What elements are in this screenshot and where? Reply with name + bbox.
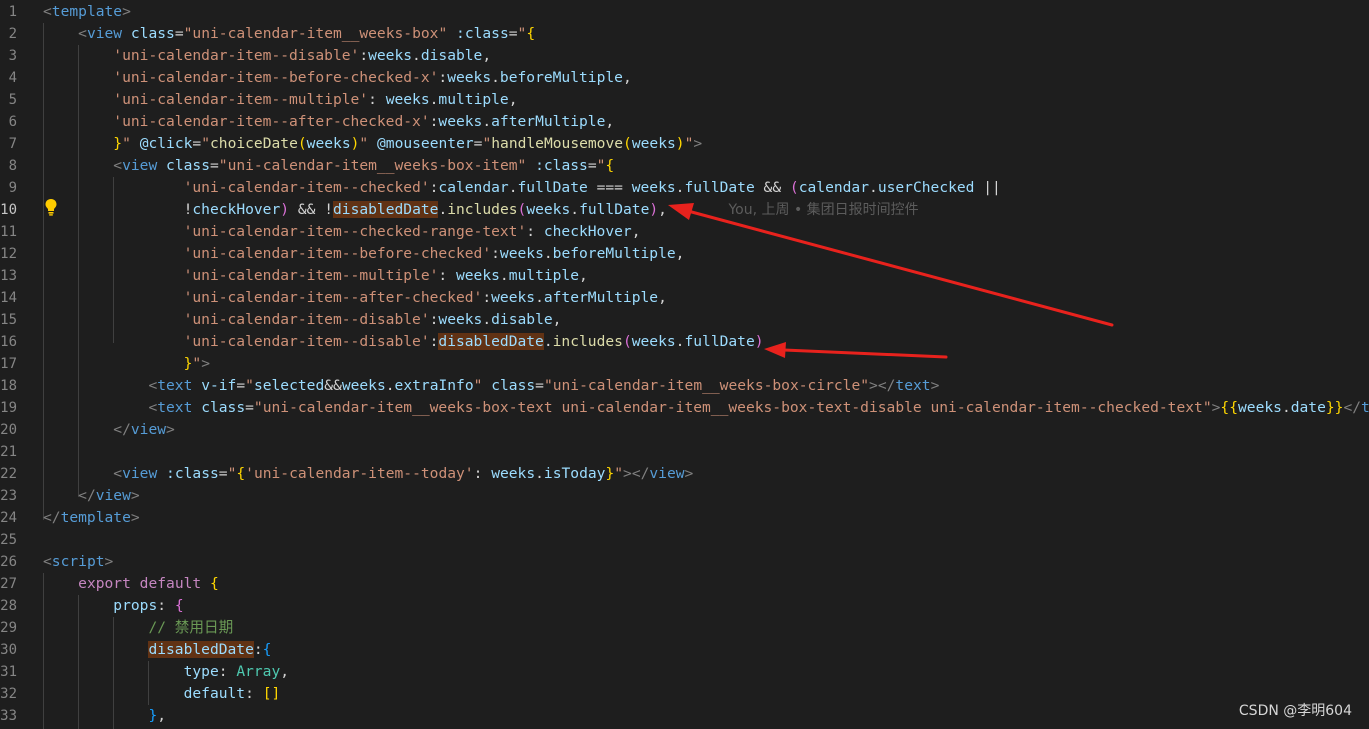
- annotation-arrow-line-16: [764, 342, 948, 359]
- watermark: CSDN @李明604: [1238, 703, 1352, 719]
- annotation-arrows: [668, 203, 1114, 359]
- code-editor[interactable]: 1 <template> 2 <view class="uni-calendar-i…: [0, 0, 1369, 729]
- annotation-arrow-line-10: [668, 203, 1114, 327]
